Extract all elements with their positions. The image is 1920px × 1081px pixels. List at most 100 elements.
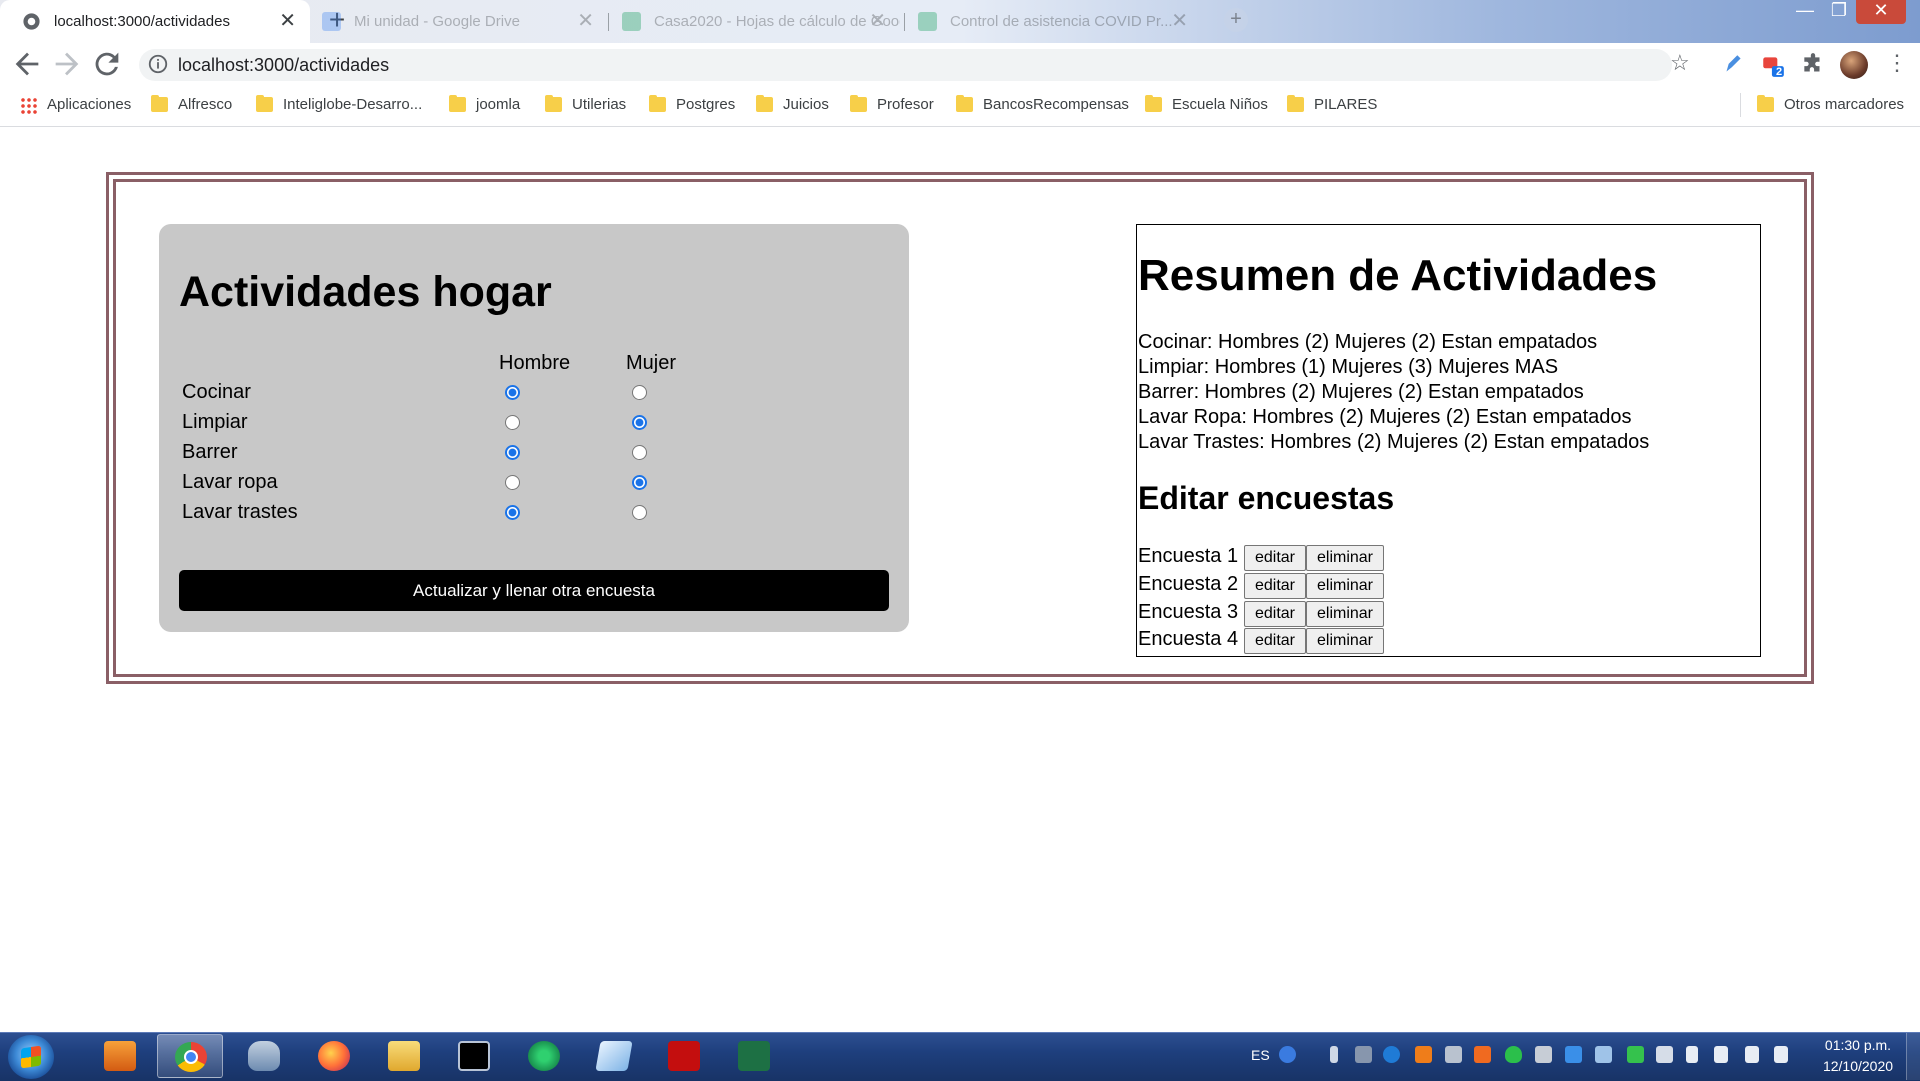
taskbar-acrobat[interactable] <box>651 1034 717 1078</box>
shield-icon[interactable] <box>1505 1046 1522 1063</box>
bookmark-bancosrecompensas[interactable]: BancosRecompensas <box>956 94 1129 116</box>
survey-label-4: Encuesta 4 <box>1138 628 1239 650</box>
submit-survey-button[interactable]: Actualizar y llenar otra encuesta <box>179 570 889 611</box>
bookmark-utilerias[interactable]: Utilerias <box>545 94 626 116</box>
info-icon[interactable] <box>147 53 169 75</box>
close-tab-icon[interactable]: ✕ <box>279 0 296 43</box>
language-indicator[interactable]: ES <box>1251 1047 1270 1063</box>
bookmark-otros-marcadores[interactable]: Otros marcadores <box>1757 94 1904 116</box>
survey-label-1: Encuesta 1 <box>1138 545 1239 567</box>
bookmark-inteliglobe[interactable]: Inteliglobe-Desarro... <box>256 94 422 116</box>
new-tab-button-secondary[interactable]: + <box>1224 8 1248 32</box>
clock-time[interactable]: 01:30 p.m. <box>1818 1037 1898 1053</box>
globe-icon <box>23 13 40 30</box>
bookmark-label: PILARES <box>1314 96 1378 113</box>
bookmark-aplicaciones[interactable]: Aplicaciones <box>20 94 131 116</box>
tab-casa2020[interactable]: Casa2020 - Hojas de cálculo de Google ✕ <box>600 0 900 43</box>
signal-icon[interactable] <box>1745 1046 1759 1063</box>
bookmark-juicios[interactable]: Juicios <box>756 94 829 116</box>
radio-lavar-trastes-hombre[interactable] <box>505 505 520 520</box>
radio-cocinar-hombre[interactable] <box>505 385 520 400</box>
delete-survey-1-button[interactable]: eliminar <box>1306 545 1384 571</box>
taskbar-explorer[interactable] <box>371 1034 437 1078</box>
cast-extension-icon[interactable]: 2 <box>1760 52 1786 78</box>
bookmark-label: Postgres <box>676 96 736 113</box>
onedrive-icon[interactable] <box>1565 1046 1582 1063</box>
bookmark-alfresco[interactable]: Alfresco <box>151 94 232 116</box>
radio-limpiar-hombre[interactable] <box>505 415 520 430</box>
radio-limpiar-mujer[interactable] <box>632 415 647 430</box>
edit-survey-3-button[interactable]: editar <box>1244 601 1306 627</box>
taskbar-firefox[interactable] <box>301 1034 367 1078</box>
tab-title: Control de asistencia COVID Pr... <box>950 13 1173 30</box>
minimize-button[interactable]: — <box>1788 0 1822 24</box>
clock-date[interactable]: 12/10/2020 <box>1818 1058 1898 1074</box>
close-tab-icon[interactable]: ✕ <box>1171 0 1188 43</box>
pen-extension-icon[interactable] <box>1720 52 1746 78</box>
tab-control-asistencia[interactable]: Control de asistencia COVID Pr... ✕ <box>896 0 1202 43</box>
chat-icon[interactable] <box>1445 1046 1462 1063</box>
puzzle-extensions-icon[interactable] <box>1800 52 1826 78</box>
apps-grid-icon <box>20 97 37 114</box>
delete-survey-3-button[interactable]: eliminar <box>1306 601 1384 627</box>
url-text[interactable]: localhost:3000/actividades <box>178 52 389 78</box>
delete-survey-2-button[interactable]: eliminar <box>1306 573 1384 599</box>
close-tab-icon[interactable]: ✕ <box>869 0 886 43</box>
taskbar-notepad[interactable] <box>581 1034 647 1078</box>
bookmark-postgres[interactable]: Postgres <box>649 94 735 116</box>
survey-label-3: Encuesta 3 <box>1138 601 1239 623</box>
wifi-icon[interactable] <box>1627 1046 1644 1063</box>
bookmark-joomla[interactable]: joomla <box>449 94 520 116</box>
bookmark-escuela-ninos[interactable]: Escuela Niños <box>1145 94 1268 116</box>
radio-barrer-hombre[interactable] <box>505 445 520 460</box>
radio-cocinar-mujer[interactable] <box>632 385 647 400</box>
taskbar-chrome[interactable] <box>157 1034 223 1078</box>
tray-app-icon[interactable] <box>1415 1046 1432 1063</box>
summary-line: Cocinar: Hombres (2) Mujeres (2) Estan e… <box>1138 331 1598 353</box>
arrow-right-icon <box>55 52 79 76</box>
folder-icon <box>256 95 273 112</box>
bluetooth-icon[interactable] <box>1330 1046 1338 1063</box>
battery-icon[interactable] <box>1714 1046 1728 1063</box>
sync-icon[interactable] <box>1595 1046 1612 1063</box>
edit-survey-1-button[interactable]: editar <box>1244 545 1306 571</box>
action-center-flag-icon[interactable] <box>1686 1046 1698 1063</box>
taskbar-atom[interactable] <box>511 1034 577 1078</box>
tab-actividades[interactable]: localhost:3000/actividades ✕ <box>0 0 310 43</box>
profile-avatar[interactable] <box>1840 51 1868 79</box>
folder-icon <box>1757 95 1774 112</box>
bookmark-pilares[interactable]: PILARES <box>1287 94 1377 116</box>
taskbar-pgadmin[interactable] <box>231 1034 297 1078</box>
dell-icon[interactable] <box>1383 1046 1400 1063</box>
edit-survey-2-button[interactable]: editar <box>1244 573 1306 599</box>
taskbar-excel[interactable] <box>721 1034 787 1078</box>
taskbar-media-player[interactable] <box>87 1034 153 1078</box>
bookmark-star-icon[interactable]: ☆ <box>1670 50 1690 76</box>
menu-dots-icon[interactable]: ⋮ <box>1886 50 1908 76</box>
taskbar-cmd[interactable] <box>441 1034 507 1078</box>
delete-survey-4-button[interactable]: eliminar <box>1306 628 1384 654</box>
reload-button[interactable] <box>90 47 124 81</box>
bookmark-profesor[interactable]: Profesor <box>850 94 934 116</box>
radio-lavar-trastes-mujer[interactable] <box>632 505 647 520</box>
help-icon[interactable] <box>1279 1046 1296 1063</box>
network-drive-icon[interactable] <box>1355 1046 1372 1063</box>
edit-survey-4-button[interactable]: editar <box>1244 628 1306 654</box>
show-desktop-button[interactable] <box>1906 1033 1920 1080</box>
forward-button[interactable] <box>50 47 84 81</box>
close-tab-icon[interactable]: ✕ <box>577 0 594 43</box>
restore-button[interactable]: ❐ <box>1822 0 1856 24</box>
xampp-icon[interactable] <box>1474 1046 1491 1063</box>
back-button[interactable] <box>10 47 44 81</box>
radio-lavar-ropa-mujer[interactable] <box>632 475 647 490</box>
tab-google-drive[interactable]: Mi unidad - Google Drive ✕ <box>300 0 608 43</box>
volume-icon[interactable] <box>1774 1046 1788 1063</box>
media-player-icon <box>104 1041 136 1071</box>
printer-icon[interactable] <box>1535 1046 1552 1063</box>
window-close-button[interactable]: ✕ <box>1856 0 1906 24</box>
display-icon[interactable] <box>1656 1046 1673 1063</box>
radio-lavar-ropa-hombre[interactable] <box>505 475 520 490</box>
radio-barrer-mujer[interactable] <box>632 445 647 460</box>
reload-icon <box>95 52 119 76</box>
survey-label-2: Encuesta 2 <box>1138 573 1239 595</box>
